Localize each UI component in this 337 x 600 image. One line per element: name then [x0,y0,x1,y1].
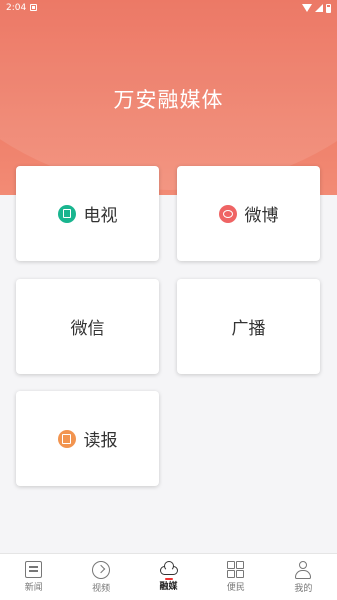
tab-media[interactable]: 融媒 [135,554,202,600]
tile-tv-label: 电视 [83,206,118,226]
tab-profile[interactable]: 我的 [270,554,337,600]
tab-profile-label: 我的 [294,584,313,594]
battery-icon [326,3,331,13]
status-icons [302,3,331,13]
page-title: 万安融媒体 [113,88,224,112]
tab-news[interactable]: 新闻 [0,554,67,600]
user-icon [294,561,312,579]
tab-video-label: 视频 [92,584,111,594]
newspaper-icon [57,429,76,448]
tile-newspaper[interactable]: 读报 [16,391,159,486]
tile-weibo-label: 微博 [244,206,279,226]
wifi-icon [302,4,312,12]
grid-icon [227,561,245,578]
tab-video[interactable]: 视频 [67,554,134,600]
status-time: 2:04 [6,3,27,13]
tile-radio-label: 广播 [231,319,266,339]
tab-news-label: 新闻 [24,583,43,593]
tab-services[interactable]: 便民 [202,554,269,600]
news-icon [25,561,43,578]
notification-icon [30,4,37,11]
weibo-icon [218,204,237,223]
bottom-tab-bar: 新闻 视频 融媒 便民 我的 [0,553,337,600]
tile-tv[interactable]: 电视 [16,166,159,261]
video-icon [92,561,111,579]
tab-media-label: 融媒 [159,582,178,592]
tile-radio[interactable]: 广播 [177,279,320,374]
tv-icon [57,204,76,223]
tile-newspaper-label: 读报 [83,431,118,451]
signal-icon [315,4,323,12]
tile-wechat-label: 微信 [70,319,105,339]
status-bar: 2:04 [0,0,337,16]
tile-weibo[interactable]: 微博 [177,166,320,261]
tab-services-label: 便民 [226,583,245,593]
cloud-icon [159,561,179,580]
tile-wechat[interactable]: 微信 [16,279,159,374]
